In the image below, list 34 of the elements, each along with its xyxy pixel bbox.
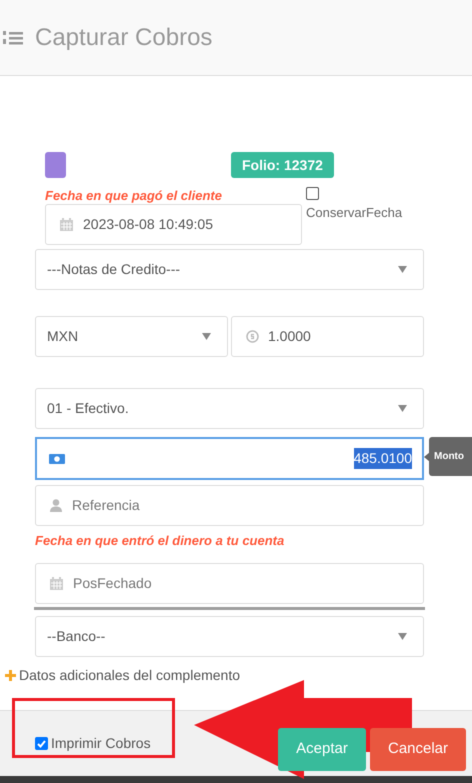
calendar-icon	[60, 218, 73, 231]
checkbox-label: Imprimir Cobros	[51, 734, 151, 753]
person-icon	[50, 499, 62, 512]
dollar-coin-icon	[246, 330, 259, 343]
payment-method-select[interactable]: 01 - Efectivo.	[35, 388, 424, 429]
bank-select[interactable]: --Banco--	[35, 616, 424, 657]
reference-field[interactable]: Referencia	[35, 485, 424, 526]
amount-field[interactable]: 485.0100	[35, 437, 424, 480]
payment-date-label: Fecha en que pagó el cliente	[45, 189, 223, 203]
caret-icon	[398, 405, 407, 412]
caret-icon	[202, 333, 211, 340]
page-title: Capturar Cobros	[35, 22, 212, 52]
folio-badge: Folio: 12372	[231, 152, 334, 178]
caret-icon	[398, 633, 407, 640]
additional-data-link[interactable]: Datos adicionales del complemento	[5, 665, 240, 686]
credit-notes-select[interactable]: ---Notas de Credito---	[35, 249, 424, 290]
caret-icon	[398, 266, 407, 273]
plus-icon	[5, 670, 16, 681]
calendar-icon	[50, 577, 63, 590]
tooltip: Monto	[429, 437, 472, 476]
cancel-button[interactable]: Cancelar	[370, 728, 466, 771]
exchange-rate-field[interactable]: 1.0000	[231, 316, 424, 357]
banknote-icon	[49, 454, 65, 464]
color-tag	[45, 152, 66, 178]
currency-select[interactable]: MXN	[35, 316, 228, 357]
checkbox[interactable]	[35, 737, 48, 750]
checkbox-label: ConservarFecha	[306, 204, 402, 222]
tooltip-pointer-icon	[424, 452, 430, 462]
checkmark-icon	[37, 740, 46, 748]
numbered-list-icon	[3, 30, 23, 46]
checkbox[interactable]	[306, 187, 319, 200]
date-field[interactable]: 2023-08-08 10:49:05	[45, 204, 302, 245]
deposit-date-label: Fecha en que entró el dinero a tu cuenta	[35, 533, 286, 549]
posdated-field[interactable]: PosFechado	[35, 563, 424, 604]
